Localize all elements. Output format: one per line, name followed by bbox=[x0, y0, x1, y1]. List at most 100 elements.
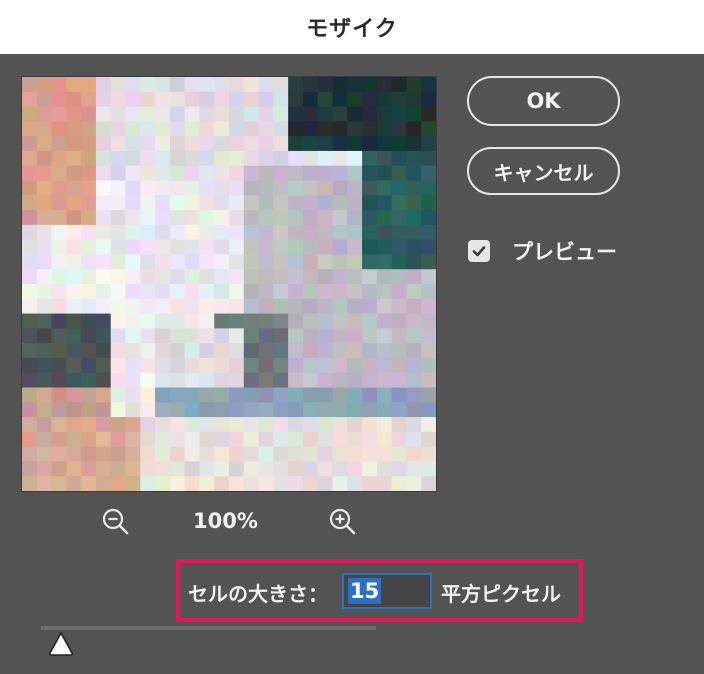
mosaic-cell bbox=[66, 298, 82, 315]
mosaic-cell bbox=[51, 165, 67, 182]
mosaic-cell bbox=[199, 343, 215, 359]
mosaic-cell bbox=[22, 446, 38, 463]
mosaic-cell bbox=[51, 328, 67, 344]
ok-button[interactable]: OK bbox=[467, 76, 620, 126]
mosaic-cell bbox=[258, 328, 274, 344]
mosaic-cell bbox=[169, 387, 186, 403]
mosaic-cell bbox=[110, 269, 127, 285]
mosaic-cell bbox=[406, 284, 422, 300]
mosaic-cell bbox=[391, 446, 408, 463]
mosaic-cell bbox=[155, 210, 171, 226]
mosaic-cell bbox=[51, 343, 67, 359]
mosaic-cell bbox=[302, 446, 319, 463]
cell-size-slider-track[interactable] bbox=[41, 626, 376, 630]
mosaic-cell bbox=[362, 284, 378, 300]
mosaic-cell bbox=[347, 224, 363, 241]
mosaic-cell bbox=[95, 357, 112, 374]
preview-checkbox[interactable]: プレビュー bbox=[468, 236, 617, 266]
zoom-out-icon[interactable] bbox=[101, 507, 131, 537]
mosaic-cell bbox=[66, 372, 82, 389]
mosaic-cell bbox=[22, 210, 38, 226]
mosaic-cell bbox=[332, 431, 348, 448]
mosaic-cell bbox=[406, 210, 422, 226]
mosaic-cell bbox=[273, 343, 289, 359]
mosaic-cell bbox=[36, 254, 53, 270]
mosaic-cell bbox=[302, 328, 319, 344]
mosaic-cell bbox=[362, 180, 378, 196]
mosaic-cell bbox=[229, 106, 245, 122]
mosaic-cell bbox=[66, 357, 82, 374]
mosaic-cell bbox=[66, 91, 82, 108]
mosaic-cell bbox=[273, 387, 289, 403]
mosaic-cell bbox=[332, 239, 348, 256]
mosaic-cell bbox=[110, 328, 127, 344]
mosaic-cell bbox=[243, 150, 260, 167]
mosaic-cell bbox=[22, 461, 38, 477]
mosaic-cell bbox=[36, 106, 53, 122]
mosaic-cell bbox=[376, 150, 393, 167]
mosaic-cell bbox=[391, 313, 408, 329]
mosaic-cell bbox=[347, 136, 363, 152]
mosaic-cell bbox=[110, 150, 127, 167]
mosaic-cell bbox=[184, 402, 201, 418]
mosaic-cell bbox=[140, 417, 156, 433]
mosaic-cell bbox=[229, 343, 245, 359]
mosaic-cell bbox=[81, 476, 97, 491]
cell-size-input[interactable]: 15 bbox=[342, 573, 432, 609]
mosaic-cell bbox=[347, 239, 363, 256]
slider-thumb-icon[interactable] bbox=[47, 631, 75, 657]
mosaic-cell bbox=[347, 150, 363, 167]
mosaic-cell bbox=[229, 254, 245, 270]
mosaic-cell bbox=[362, 195, 378, 211]
mosaic-cell bbox=[36, 476, 53, 491]
mosaic-cell bbox=[36, 431, 53, 448]
mosaic-cell bbox=[332, 106, 348, 122]
cell-size-value[interactable]: 15 bbox=[348, 578, 382, 604]
mosaic-cell bbox=[273, 136, 289, 152]
mosaic-cell bbox=[169, 254, 186, 270]
mosaic-cell bbox=[421, 150, 436, 167]
mosaic-cell bbox=[199, 431, 215, 448]
mosaic-cell bbox=[36, 136, 53, 152]
mosaic-cell bbox=[376, 224, 393, 241]
mosaic-cell bbox=[362, 77, 378, 93]
mosaic-cell bbox=[347, 328, 363, 344]
mosaic-cell bbox=[288, 357, 304, 374]
mosaic-cell bbox=[95, 298, 112, 315]
mosaic-cell bbox=[95, 402, 112, 418]
mosaic-cell bbox=[288, 328, 304, 344]
mosaic-cell bbox=[140, 298, 156, 315]
mosaic-cell bbox=[110, 431, 127, 448]
mosaic-cell bbox=[110, 357, 127, 374]
mosaic-cell bbox=[110, 313, 127, 329]
mosaic-cell bbox=[81, 372, 97, 389]
mosaic-cell bbox=[155, 313, 171, 329]
cancel-button[interactable]: キャンセル bbox=[467, 147, 620, 195]
mosaic-preview[interactable] bbox=[21, 76, 437, 492]
mosaic-cell bbox=[243, 284, 260, 300]
mosaic-cell bbox=[36, 284, 53, 300]
mosaic-cell bbox=[362, 357, 378, 374]
mosaic-cell bbox=[302, 269, 319, 285]
mosaic-cell bbox=[376, 91, 393, 108]
mosaic-cell bbox=[22, 254, 38, 270]
mosaic-cell bbox=[229, 269, 245, 285]
mosaic-cell bbox=[81, 343, 97, 359]
mosaic-cell bbox=[22, 239, 38, 256]
mosaic-cell bbox=[421, 402, 436, 418]
checkbox-checked-icon[interactable] bbox=[468, 240, 490, 262]
mosaic-cell bbox=[376, 387, 393, 403]
mosaic-cell bbox=[362, 402, 378, 418]
mosaic-cell bbox=[110, 195, 127, 211]
mosaic-cell bbox=[110, 239, 127, 256]
mosaic-cell bbox=[258, 91, 274, 108]
mosaic-cell bbox=[81, 328, 97, 344]
mosaic-cell bbox=[140, 328, 156, 344]
mosaic-cell bbox=[155, 121, 171, 137]
mosaic-cell bbox=[214, 77, 230, 93]
zoom-in-icon[interactable] bbox=[328, 507, 358, 537]
mosaic-cell bbox=[22, 284, 38, 300]
mosaic-cell bbox=[258, 195, 274, 211]
mosaic-cell bbox=[199, 239, 215, 256]
mosaic-cell bbox=[391, 91, 408, 108]
